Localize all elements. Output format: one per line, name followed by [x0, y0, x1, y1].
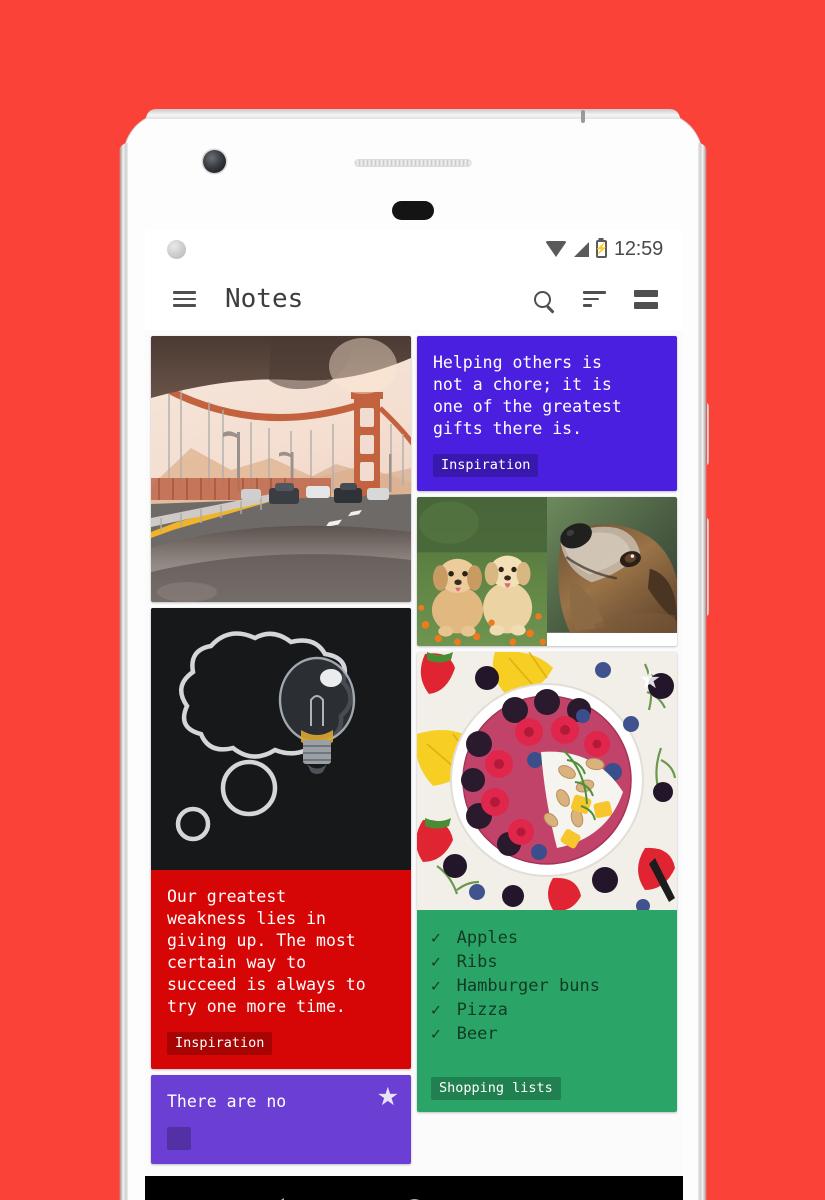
older-dog-photo — [547, 496, 677, 646]
status-clock: 12:59 — [613, 237, 663, 260]
notes-grid: Our greatest weakness lies in giving up.… — [145, 330, 683, 1200]
star-icon[interactable]: ★ — [639, 667, 661, 693]
notification-dot-icon — [167, 239, 186, 259]
proximity-sensor — [392, 201, 434, 220]
phone-screen: ⚡ 12:59 Notes Our greatest weakness lies… — [145, 230, 683, 1200]
notes-column-left: Our greatest weakness lies in giving up.… — [151, 336, 411, 1164]
status-bar-right: ⚡ 12:59 — [544, 237, 663, 261]
lightbulb-chalkboard-photo — [151, 608, 411, 870]
search-button[interactable] — [521, 278, 563, 320]
phone-device: ⚡ 12:59 Notes Our greatest weakness lies… — [119, 109, 709, 1200]
note-text-weakness: Our greatest weakness lies in giving up.… — [151, 870, 411, 1069]
note-quote-text: Helping others is not a chore; it is one… — [433, 353, 622, 438]
view-mode-icon — [634, 285, 658, 314]
note-card-dogs-photo[interactable] — [417, 496, 677, 646]
notes-column-right: Helping others is not a chore; it is one… — [417, 336, 677, 1112]
check-icon: ✓ — [431, 976, 441, 996]
menu-button[interactable] — [163, 278, 205, 320]
list-item[interactable]: ✓ Pizza — [431, 998, 663, 1022]
golden-gate-bridge-from-car-photo — [151, 336, 411, 602]
list-item-label: Beer — [456, 1024, 498, 1045]
sort-icon — [582, 287, 606, 311]
list-item[interactable]: ✓ Beer — [431, 1022, 663, 1046]
check-icon: ✓ — [431, 1024, 441, 1044]
note-card-weakness-quote[interactable]: Our greatest weakness lies in giving up.… — [151, 608, 411, 1069]
check-icon: ✓ — [431, 927, 441, 947]
note-category-chip[interactable]: Inspiration — [433, 453, 539, 477]
front-camera-icon — [203, 150, 226, 173]
list-item-label: Ribs — [456, 952, 498, 973]
wifi-icon — [544, 241, 567, 257]
list-item-label: Hamburger buns — [456, 976, 600, 997]
check-icon: ✓ — [431, 1000, 441, 1020]
earpiece-speaker — [354, 159, 472, 167]
page-title: Notes — [225, 284, 304, 314]
app-bar: Notes — [145, 268, 683, 330]
list-item[interactable]: ✓ Apples — [431, 926, 663, 950]
puppies-photo — [417, 496, 547, 646]
search-icon — [533, 290, 551, 308]
antenna-band — [581, 110, 585, 123]
star-icon[interactable]: ★ — [377, 1084, 399, 1110]
battery-charging-icon: ⚡ — [595, 240, 608, 258]
view-mode-button[interactable] — [625, 278, 667, 320]
phone-top-rail — [146, 109, 680, 119]
hamburger-menu-icon — [172, 287, 196, 312]
cell-signal-icon — [573, 241, 589, 257]
list-item-label: Apples — [456, 927, 519, 948]
note-text-partial: There are no — [167, 1091, 287, 1111]
list-item-label: Pizza — [456, 1000, 508, 1021]
note-category-chip-hidden[interactable] — [167, 1126, 192, 1150]
volume-button[interactable] — [704, 518, 709, 616]
app-bar-actions — [521, 278, 667, 320]
android-navigation-bar — [145, 1176, 683, 1200]
note-quote-text: Our greatest weakness lies in giving up.… — [167, 887, 366, 1016]
note-card-bridge-photo[interactable] — [151, 336, 411, 602]
note-category-chip[interactable]: Shopping lists — [431, 1076, 561, 1100]
status-bar: ⚡ 12:59 — [145, 230, 683, 268]
note-card-shopping-list[interactable]: ★ ✓ Apples ✓ Ribs ✓ Hamburger buns ✓ Piz… — [417, 651, 677, 1112]
note-card-helping-quote[interactable]: Helping others is not a chore; it is one… — [417, 336, 677, 491]
sort-button[interactable] — [573, 278, 615, 320]
power-button[interactable] — [704, 403, 709, 465]
note-category-chip[interactable]: Inspiration — [167, 1031, 273, 1055]
list-item[interactable]: ✓ Hamburger buns — [431, 974, 663, 998]
list-item[interactable]: ✓ Ribs — [431, 950, 663, 974]
check-icon: ✓ — [431, 952, 441, 972]
shopping-checklist: ★ ✓ Apples ✓ Ribs ✓ Hamburger buns ✓ Piz… — [417, 667, 677, 1112]
dogs-split-photo — [417, 496, 677, 646]
note-card-there-are-no[interactable]: ★ There are no — [151, 1074, 411, 1164]
